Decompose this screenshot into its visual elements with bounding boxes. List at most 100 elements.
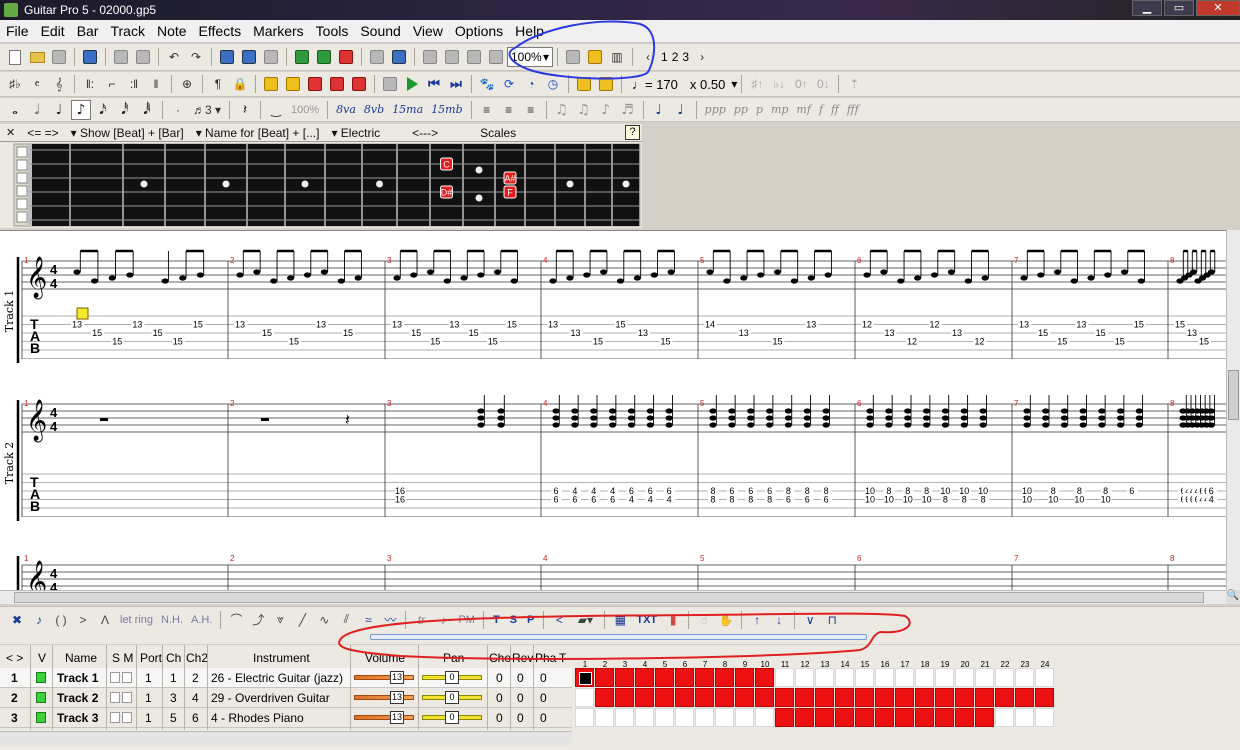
reverb-value[interactable]: 0 [517,671,524,685]
screen-view-button[interactable] [442,47,462,67]
fretboard-nav[interactable]: <= => [21,126,64,140]
bar-overview-cell[interactable] [695,708,714,727]
bar-overview-cell[interactable] [695,688,714,707]
bar-overview-cell[interactable] [775,708,794,727]
pan-value[interactable]: 0 [445,671,459,684]
track-instrument[interactable]: 29 - Overdriven Guitar [211,691,330,705]
track-channel-2[interactable]: 4 [192,691,199,705]
volume-value[interactable]: 13 [390,671,404,684]
fade-in-button[interactable]: < [549,610,569,630]
undo-button[interactable]: ↶ [164,47,184,67]
grid-button[interactable]: ▦ [610,610,630,630]
mute-checkbox[interactable] [122,692,132,703]
menu-view[interactable]: View [407,20,449,43]
let-ring-button[interactable]: let ring [116,614,157,626]
bar-overview-cell[interactable] [995,708,1014,727]
tie-button[interactable]: ‿ [266,100,286,120]
fretboard[interactable]: C D# A# F [0,142,642,228]
fretboard-instrument-select[interactable]: ▾ Electric [325,126,386,140]
dotted-note-button[interactable]: · [168,100,188,120]
next-page-button[interactable]: › [692,47,712,67]
bar-overview-cell[interactable] [815,708,834,727]
bar-overview-cell[interactable] [715,688,734,707]
beam-split-button[interactable]: ♬ [618,100,638,120]
bar-overview-cell[interactable] [735,708,754,727]
new-file-button[interactable] [5,47,25,67]
string-up-button[interactable]: ⇡ [844,74,864,94]
countin-button[interactable] [596,74,616,94]
palm-mute-button[interactable]: PM [454,614,479,626]
menu-track[interactable]: Track [104,20,150,43]
tremolo-picking-button[interactable]: ⫽ [336,610,356,630]
menu-options[interactable]: Options [449,20,509,43]
artificial-harmonic-button[interactable]: A.H. [187,614,216,626]
redo-button[interactable]: ↷ [186,47,206,67]
menu-bar-menu[interactable]: Bar [71,20,105,43]
trill-button[interactable]: ∿ [314,610,334,630]
bar-overview-cell[interactable] [1015,668,1034,687]
horizontal-scroll-thumb[interactable] [14,592,1204,603]
bar-overview-cell[interactable] [935,688,954,707]
menu-file[interactable]: File [0,20,35,43]
bar-overview-cell[interactable] [935,708,954,727]
octave-up-button[interactable]: 0↑ [791,74,811,94]
track-visible-toggle[interactable] [36,692,46,703]
direction-button[interactable]: ⊕ [177,74,197,94]
bar-overview-row[interactable] [575,668,1240,687]
dynamic-ff-button[interactable]: ff [827,103,843,116]
dynamic-mf-button[interactable]: mf [792,103,815,116]
ottava-15ma-button[interactable]: 15ma [388,103,427,116]
bar-overview-cell[interactable] [755,688,774,707]
bar-overview-cell[interactable] [715,708,734,727]
maximize-button[interactable]: ▭ [1164,0,1194,16]
stroke-up-button[interactable]: ↑ [747,610,767,630]
ghost-note-button[interactable]: ♪ [29,610,49,630]
tuplet-button[interactable]: ♬3 ▾ [190,100,224,120]
track-instrument[interactable]: 4 - Rhodes Piano [211,711,304,725]
bar-overview-cell[interactable] [795,708,814,727]
bar-overview[interactable]: 1 2 3 4 5 6 7 8 9 10 11 12 13 14 15 16 17 18 19 20 21 22 23 24 [575,660,1240,745]
page-3[interactable]: 3 [680,50,691,64]
add-marker-button[interactable] [261,74,281,94]
track-port[interactable]: 1 [145,671,152,685]
clef-button[interactable]: 𝄞 [49,74,69,94]
text-button[interactable] [327,74,347,94]
accent-button[interactable]: > [73,610,93,630]
bar-overview-cell[interactable] [1015,708,1034,727]
octave-down-button[interactable]: 0↓ [813,74,833,94]
bar-overview-cell[interactable] [735,688,754,707]
heavy-accent-button[interactable]: Λ [95,610,115,630]
volume-slider[interactable] [354,715,414,720]
downstroke-button[interactable]: ⊓ [822,610,842,630]
chorus-value[interactable]: 0 [496,691,503,705]
menu-effects[interactable]: Effects [193,20,248,43]
close-button[interactable]: ✕ [1196,0,1240,16]
bar-overview-cell[interactable] [955,688,974,707]
bar-overview-cell[interactable] [575,668,594,687]
bar-overview-cell[interactable] [1015,688,1034,707]
voice-1-button[interactable]: ≡ [477,100,497,120]
bar-overview-cell[interactable] [635,708,654,727]
save-button[interactable] [49,47,69,67]
double-bar-button[interactable]: ‖ [146,74,166,94]
bar-overview-cell[interactable] [675,668,694,687]
half-note-button[interactable]: 𝅗𝅥 [27,100,47,120]
stem-direction-button[interactable]: ♩ [671,100,691,120]
bar-overview-cell[interactable] [635,688,654,707]
trill-tr-button[interactable]: tr [411,610,431,630]
track-channel[interactable]: 3 [170,691,177,705]
bar-overview-cell[interactable] [855,668,874,687]
track-port[interactable]: 1 [145,691,152,705]
sixtyfourth-note-button[interactable]: 𝅘𝅥𝅱 [137,100,157,120]
menu-markers[interactable]: Markers [247,20,310,43]
reverb-value[interactable]: 0 [517,711,524,725]
bar-overview-cell[interactable] [875,688,894,707]
score-view[interactable]: 𝄞 4 4 T A B 1 2 3 4 5 6 7 8 Track 1 13 15 15 13 15 15 15 13 15 1… [0,230,1226,590]
bar-overview-cell[interactable] [1035,668,1054,687]
menu-note[interactable]: Note [151,20,193,43]
stem-auto-button[interactable]: ♩ [649,100,669,120]
volume-slider[interactable] [354,695,414,700]
dynamic-p-button[interactable]: p [752,103,767,116]
cut-button[interactable] [217,47,237,67]
panel-splitter[interactable] [0,632,1240,644]
